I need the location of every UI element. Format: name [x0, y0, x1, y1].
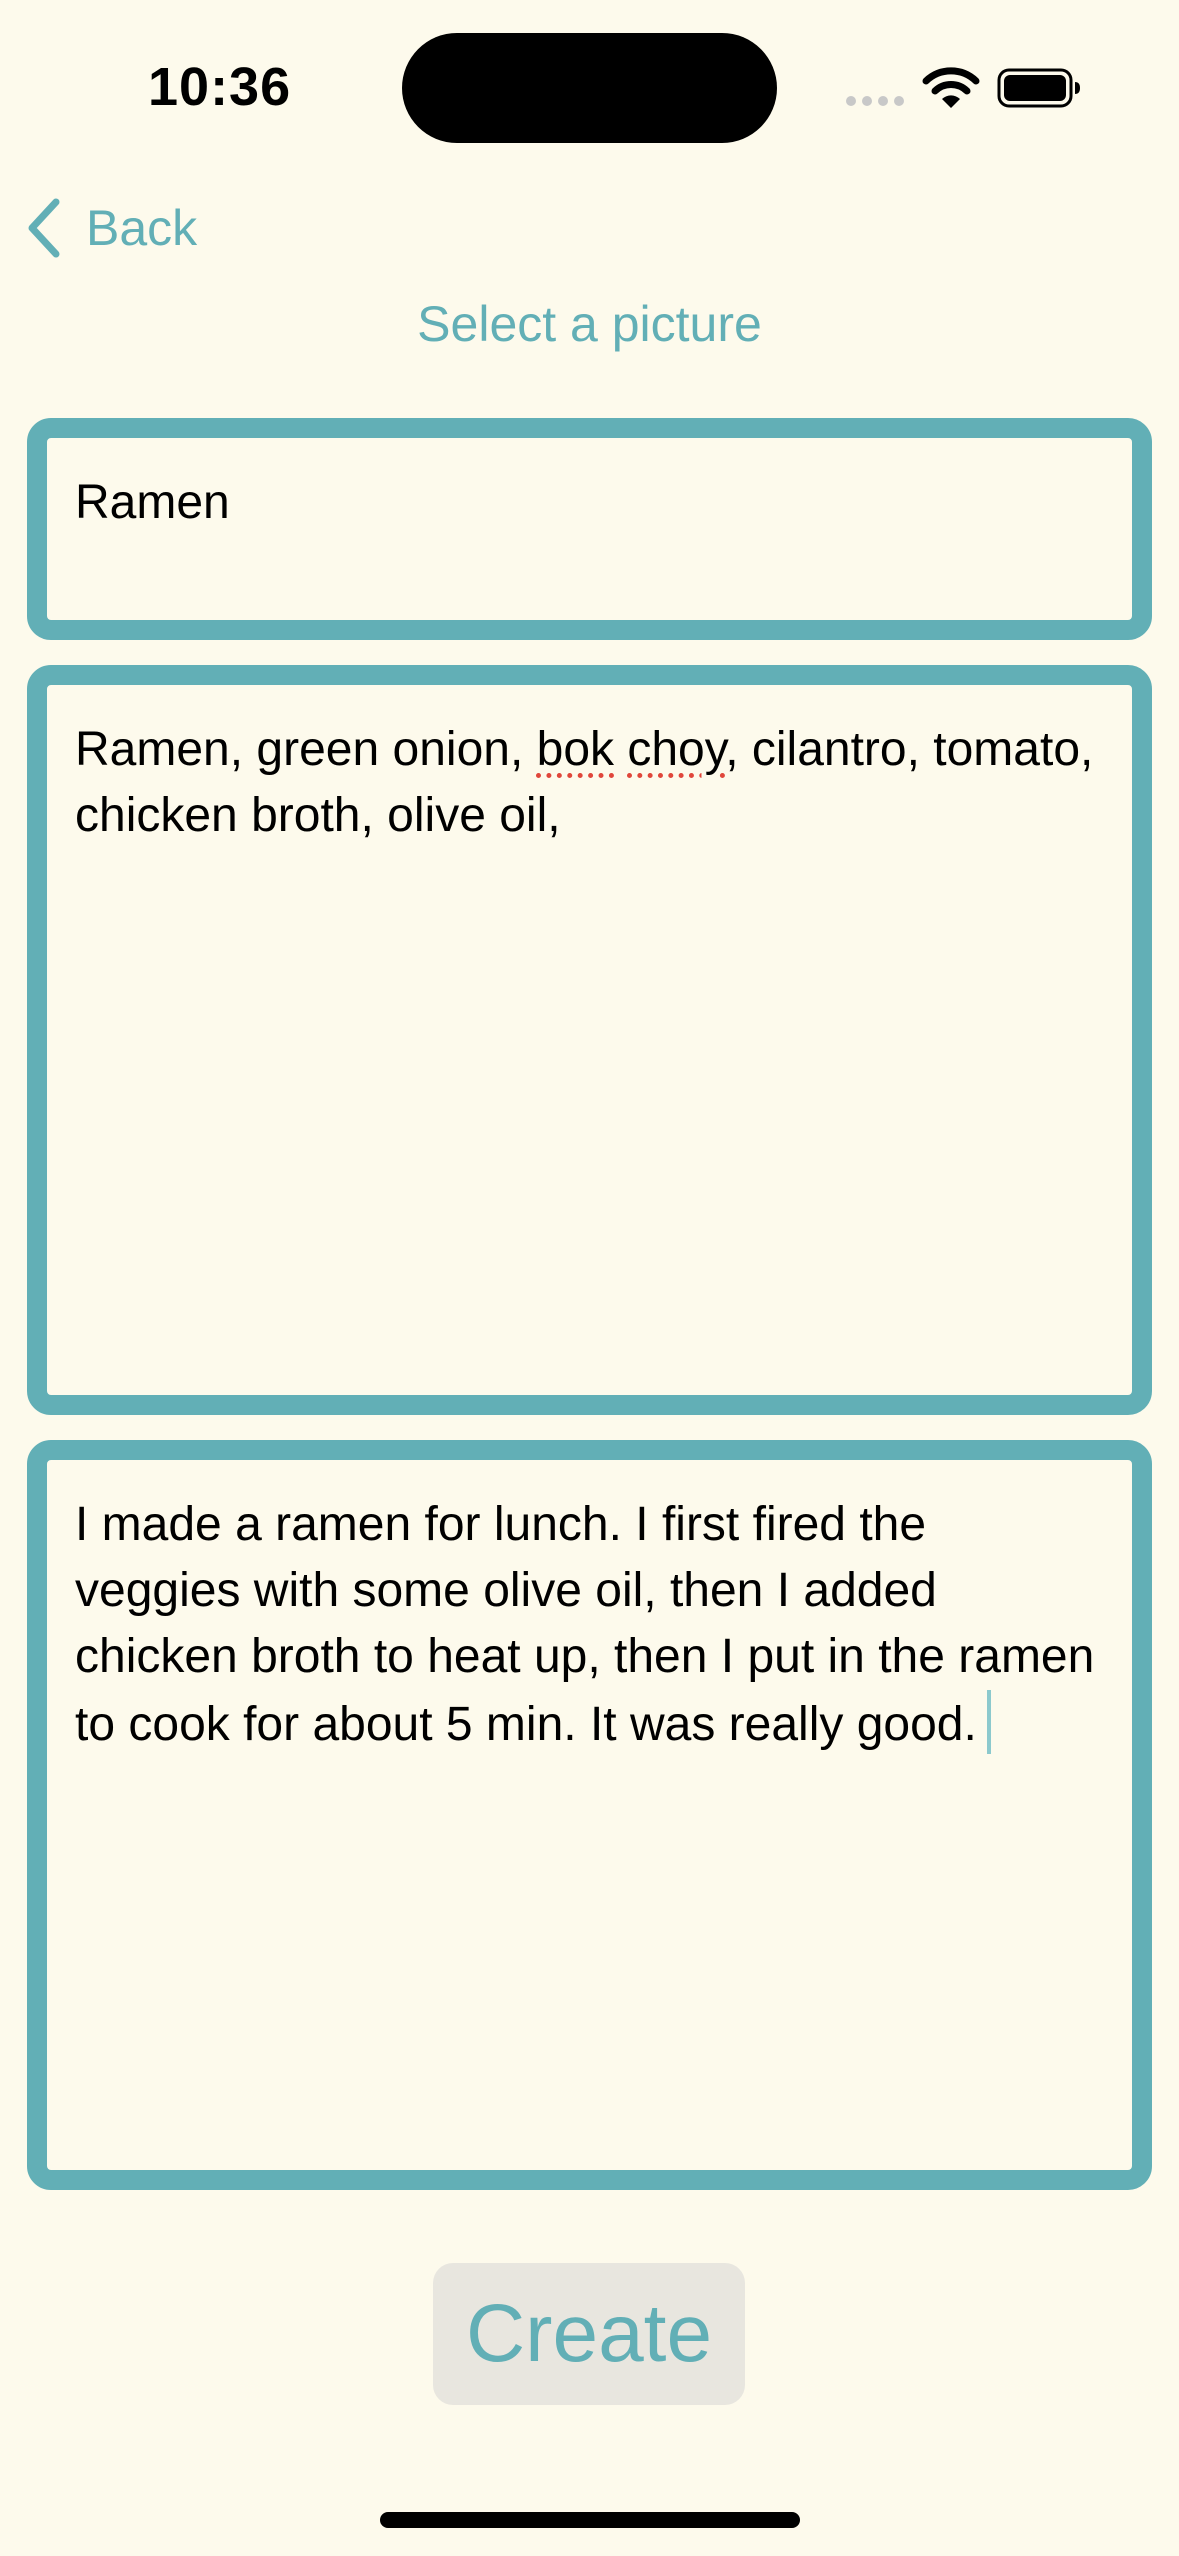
text-cursor	[986, 1690, 991, 1754]
back-label: Back	[86, 200, 198, 256]
battery-icon	[997, 68, 1080, 108]
notes-text-area[interactable]: I made a ramen for lunch. I first fired …	[27, 1440, 1152, 2190]
home-indicator[interactable]	[380, 2512, 800, 2528]
status-time: 10:36	[148, 57, 292, 117]
create-label: Create	[465, 2288, 713, 2379]
chevron-left-icon	[28, 198, 60, 258]
create-button[interactable]: Create	[433, 2263, 745, 2405]
recipe-title-text: Ramen	[75, 476, 230, 529]
cellular-signal-icon	[846, 96, 904, 106]
recipe-title-field[interactable]: Ramen	[27, 418, 1152, 640]
wifi-icon	[922, 67, 980, 108]
ingredients-text: Ramen, green onion, bok choy, cilantro, …	[75, 723, 1094, 842]
misspelled-word: bok	[536, 723, 615, 776]
back-button[interactable]: Back	[26, 192, 197, 264]
dynamic-island	[402, 33, 777, 143]
ingredients-text-area[interactable]: Ramen, green onion, bok choy, cilantro, …	[27, 665, 1152, 1415]
misspelled-word: choy	[627, 723, 726, 776]
select-picture-button[interactable]: Select a picture	[0, 290, 1179, 358]
notes-text: I made a ramen for lunch. I first fired …	[75, 1498, 1095, 1751]
